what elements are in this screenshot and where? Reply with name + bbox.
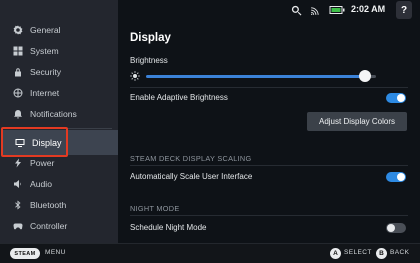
sidebar-item-security[interactable]: Security <box>0 62 118 82</box>
sidebar-item-audio[interactable]: Audio <box>0 174 118 194</box>
row-divider <box>130 215 408 216</box>
steam-button[interactable]: STEAM <box>10 248 40 259</box>
battery-icon <box>329 4 345 16</box>
toggle-knob <box>387 224 395 232</box>
bluetooth-icon <box>12 200 23 211</box>
brightness-label: Brightness <box>130 56 168 65</box>
sidebar-item-controller[interactable]: Controller <box>0 216 118 236</box>
search-icon[interactable] <box>291 4 302 16</box>
sidebar-item-label: Power <box>30 158 55 168</box>
sidebar-item-label: Controller <box>30 221 68 231</box>
display-settings-panel: Display Brightness Enable Adaptive Brigh… <box>118 20 420 243</box>
toggle-knob <box>397 94 405 102</box>
toggle-knob <box>397 173 405 181</box>
sidebar-item-system[interactable]: System <box>0 41 118 61</box>
a-button-icon[interactable]: A <box>330 248 341 259</box>
sidebar-item-bluetooth[interactable]: Bluetooth <box>0 195 118 215</box>
sidebar-item-label: System <box>30 46 59 56</box>
b-button-icon[interactable]: B <box>376 248 387 259</box>
sidebar-item-label: Internet <box>30 88 60 98</box>
row-divider <box>130 87 408 88</box>
auto-scale-toggle[interactable] <box>386 172 406 182</box>
sidebar-item-internet[interactable]: Internet <box>0 83 118 103</box>
adaptive-brightness-label: Enable Adaptive Brightness <box>130 93 228 102</box>
help-button[interactable]: ? <box>396 1 412 19</box>
row-divider <box>130 165 408 166</box>
page-title: Display <box>130 32 171 44</box>
sidebar-item-notifications[interactable]: Notifications <box>0 104 118 124</box>
sidebar-item-general[interactable]: General <box>0 20 118 40</box>
sidebar-item-label: General <box>30 25 61 35</box>
sidebar-item-label: Bluetooth <box>30 200 67 210</box>
sidebar-item-power[interactable]: Power <box>0 153 118 173</box>
sidebar-item-label: Audio <box>30 179 52 189</box>
sidebar-item-label: Security <box>30 67 62 77</box>
globe-icon <box>12 88 23 99</box>
menu-hint: MENU <box>45 249 66 256</box>
auto-scale-label: Automatically Scale User Interface <box>130 172 253 181</box>
section-heading-scaling: STEAM DECK DISPLAY SCALING <box>130 154 252 163</box>
select-hint: SELECT <box>344 249 372 256</box>
footer-bar: STEAM MENU A SELECT B BACK <box>0 243 420 263</box>
top-status-bar: 2:02 AM ? <box>118 0 420 20</box>
brightness-slider[interactable] <box>146 75 365 78</box>
schedule-night-mode-toggle[interactable] <box>386 223 406 233</box>
sidebar-item-label: Notifications <box>30 109 77 119</box>
clock: 2:02 AM <box>351 4 386 14</box>
settings-sidebar: General System Security Internet Notific… <box>0 0 118 243</box>
bell-icon <box>12 109 23 120</box>
lock-icon <box>12 67 23 78</box>
grid-icon <box>12 46 23 57</box>
schedule-night-mode-label: Schedule Night Mode <box>130 223 207 232</box>
adaptive-brightness-toggle[interactable] <box>386 93 406 103</box>
gear-icon <box>12 25 23 36</box>
adjust-display-colors-button[interactable]: Adjust Display Colors <box>307 112 407 131</box>
brightness-slider-thumb[interactable] <box>359 70 371 82</box>
wifi-icon <box>310 4 321 16</box>
speaker-icon <box>12 179 23 190</box>
gamepad-icon <box>12 221 23 232</box>
bolt-icon <box>12 158 23 169</box>
sun-icon <box>130 71 140 81</box>
section-heading-night-mode: NIGHT MODE <box>130 204 180 213</box>
back-hint: BACK <box>390 249 410 256</box>
